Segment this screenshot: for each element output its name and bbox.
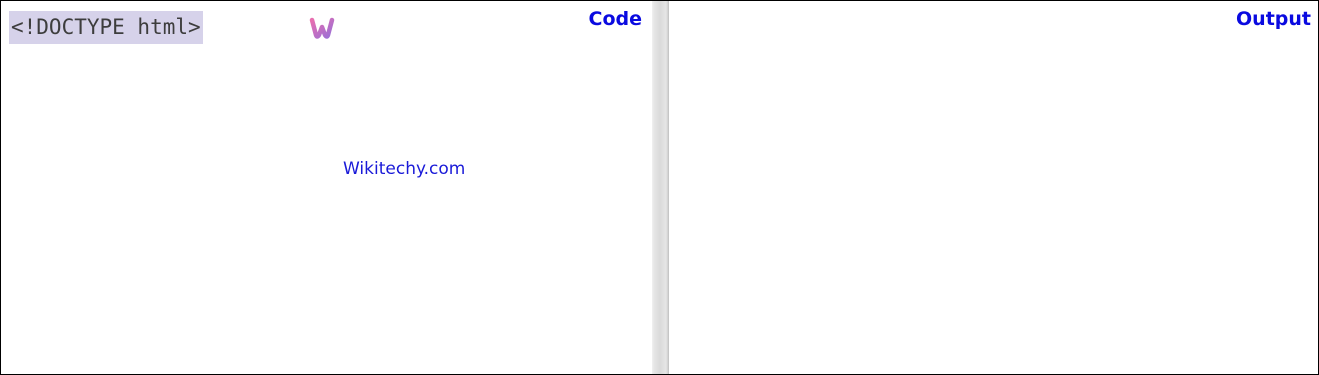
wikitechy-logo-icon	[307, 17, 339, 49]
code-panel-label: Code	[588, 8, 642, 30]
code-panel: Code <!DOCTYPE html> Wikitechy.com	[1, 1, 652, 374]
watermark-text: Wikitechy.com	[343, 159, 466, 179]
code-output-frame: Code <!DOCTYPE html> Wikitechy.com Outpu…	[0, 0, 1319, 375]
output-panel: Output	[669, 1, 1318, 374]
code-line[interactable]: <!DOCTYPE html>	[9, 11, 203, 44]
output-panel-label: Output	[1236, 8, 1311, 30]
panel-splitter[interactable]	[652, 1, 669, 374]
